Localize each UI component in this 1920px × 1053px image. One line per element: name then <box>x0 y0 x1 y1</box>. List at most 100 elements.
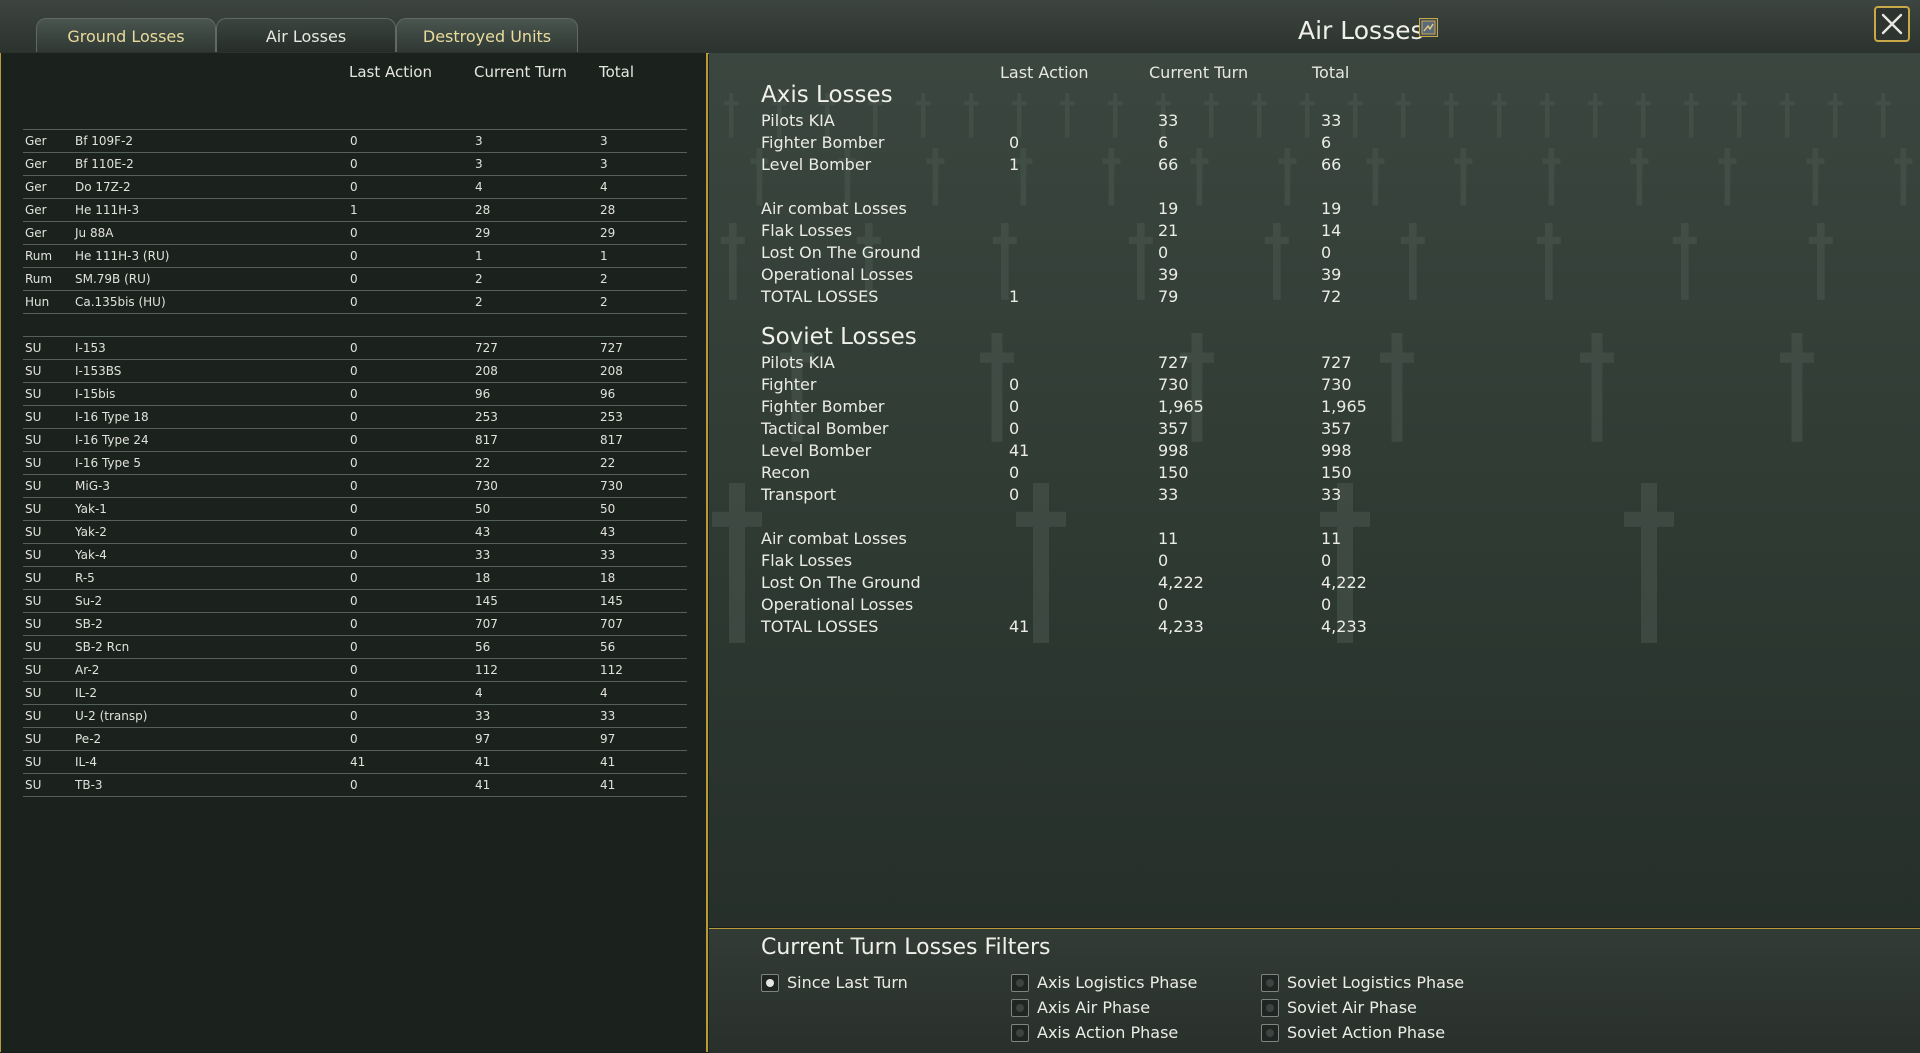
summary-label: Air combat Losses <box>761 529 907 548</box>
cross-shape <box>1204 101 1219 106</box>
summary-row: Level Bomber 41 998 998 <box>761 441 1461 463</box>
last-action-cell: 0 <box>350 686 358 700</box>
table-row[interactable]: Ger He 111H-3 1 28 28 <box>23 199 687 222</box>
radio-button-icon[interactable] <box>1261 1024 1279 1042</box>
summary-row: Lost On The Ground 0 0 <box>761 243 1461 265</box>
last-action-cell: 0 <box>350 387 358 401</box>
cross-shape <box>1548 148 1555 206</box>
cross-shape <box>1791 333 1803 442</box>
aircraft-name-cell: I-153BS <box>75 364 122 378</box>
last-action-cell: 0 <box>350 502 358 516</box>
current-turn-cell: 29 <box>475 226 491 240</box>
close-button[interactable] <box>1874 6 1910 42</box>
summary-total: 33 <box>1321 111 1342 130</box>
table-row[interactable]: SU I-16 Type 18 0 253 253 <box>23 406 687 429</box>
table-row[interactable]: SU SB-2 0 707 707 <box>23 613 687 636</box>
radio-button-icon[interactable] <box>1011 974 1029 992</box>
nation-cell: SU <box>25 341 42 355</box>
cross-shape <box>916 101 931 106</box>
nation-cell: SU <box>25 755 42 769</box>
nation-cell: SU <box>25 410 42 424</box>
table-row[interactable]: SU SB-2 Rcn 0 56 56 <box>23 636 687 659</box>
aircraft-name-cell: Su-2 <box>75 594 103 608</box>
filter-label: Soviet Air Phase <box>1287 998 1417 1017</box>
current-turn-cell: 707 <box>475 617 498 631</box>
cross-shape <box>1876 101 1891 106</box>
aircraft-name-cell: Ju 88A <box>75 226 114 240</box>
cross-shape <box>1108 101 1123 106</box>
last-action-cell: 0 <box>350 456 358 470</box>
total-cell: 730 <box>600 479 623 493</box>
nation-cell: SU <box>25 387 42 401</box>
total-cell: 4 <box>600 686 608 700</box>
table-row[interactable]: Rum SM.79B (RU) 0 2 2 <box>23 268 687 291</box>
aircraft-name-cell: TB-3 <box>75 778 103 792</box>
table-row[interactable]: SU I-15bis 0 96 96 <box>23 383 687 406</box>
aircraft-name-cell: SM.79B (RU) <box>75 272 151 286</box>
table-row[interactable]: SU IL-4 41 41 41 <box>23 751 687 774</box>
table-row[interactable]: SU MiG-3 0 730 730 <box>23 475 687 498</box>
table-row[interactable]: SU Pe-2 0 97 97 <box>23 728 687 751</box>
current-turn-cell: 50 <box>475 502 491 516</box>
summary-label: Operational Losses <box>761 265 914 284</box>
table-row[interactable]: Ger Bf 110E-2 0 3 3 <box>23 153 687 176</box>
nation-cell: Rum <box>25 272 53 286</box>
table-row[interactable]: Rum He 111H-3 (RU) 0 1 1 <box>23 245 687 268</box>
filter-label: Soviet Logistics Phase <box>1287 973 1465 992</box>
table-row[interactable]: SU IL-2 0 4 4 <box>23 682 687 705</box>
table-row[interactable]: SU R-5 0 18 18 <box>23 567 687 590</box>
summary-total: 19 <box>1321 199 1342 218</box>
table-row[interactable]: SU Ar-2 0 112 112 <box>23 659 687 682</box>
aircraft-name-cell: Ar-2 <box>75 663 100 677</box>
tab-air-losses[interactable]: Air Losses <box>216 18 396 52</box>
table-row[interactable]: SU I-16 Type 24 0 817 817 <box>23 429 687 452</box>
table-row[interactable]: SU I-153BS 0 208 208 <box>23 360 687 383</box>
table-row[interactable]: SU Su-2 0 145 145 <box>23 590 687 613</box>
total-cell: 817 <box>600 433 623 447</box>
nation-cell: Ger <box>25 226 47 240</box>
current-turn-cell: 3 <box>475 157 483 171</box>
table-row[interactable]: SU Yak-4 0 33 33 <box>23 544 687 567</box>
total-cell: 727 <box>600 341 623 355</box>
table-row[interactable]: Ger Bf 109F-2 0 3 3 <box>23 130 687 153</box>
summary-total: 730 <box>1321 375 1352 394</box>
table-row[interactable]: SU I-16 Type 5 0 22 22 <box>23 452 687 475</box>
table-row[interactable]: Ger Ju 88A 0 29 29 <box>23 222 687 245</box>
table-row[interactable]: SU Yak-2 0 43 43 <box>23 521 687 544</box>
summary-current-turn: 0 <box>1158 595 1169 614</box>
cross-shape <box>1636 101 1651 106</box>
cross-shape <box>1641 483 1657 643</box>
current-turn-cell: 3 <box>475 134 483 148</box>
cross-shape <box>729 93 734 138</box>
table-row[interactable]: SU I-153 0 727 727 <box>23 337 687 360</box>
nation-cell: Ger <box>25 180 47 194</box>
tab-ground-losses[interactable]: Ground Losses <box>36 18 216 52</box>
table-row[interactable]: SU Yak-1 0 50 50 <box>23 498 687 521</box>
radio-button-icon[interactable] <box>761 974 779 992</box>
total-cell: 43 <box>600 525 616 539</box>
radio-button-icon[interactable] <box>1011 999 1029 1017</box>
summary-current-turn: 4,222 <box>1158 573 1204 592</box>
report-icon[interactable] <box>1419 18 1438 37</box>
table-row[interactable]: SU U-2 (transp) 0 33 33 <box>23 705 687 728</box>
total-cell: 4 <box>600 180 608 194</box>
summary-current-turn: 998 <box>1158 441 1189 460</box>
table-row[interactable]: Ger Do 17Z-2 0 4 4 <box>23 176 687 199</box>
last-action-cell: 0 <box>350 226 358 240</box>
total-cell: 28 <box>600 203 616 217</box>
table-row[interactable]: Hun Ca.135bis (HU) 0 2 2 <box>23 291 687 314</box>
radio-button-icon[interactable] <box>1261 974 1279 992</box>
tab-destroyed-units[interactable]: Destroyed Units <box>396 18 578 52</box>
column-header-current-turn: Current Turn <box>474 63 567 81</box>
summary-label: Fighter Bomber <box>761 133 885 152</box>
radio-button-icon[interactable] <box>1011 1024 1029 1042</box>
total-cell: 3 <box>600 157 608 171</box>
summary-label: Flak Losses <box>761 221 853 240</box>
summary-total: 11 <box>1321 529 1342 548</box>
radio-button-icon[interactable] <box>1261 999 1279 1017</box>
cross-shape <box>1545 223 1553 300</box>
nation-cell: Ger <box>25 134 47 148</box>
summary-current-turn: 33 <box>1158 485 1179 504</box>
table-row[interactable]: SU TB-3 0 41 41 <box>23 774 687 797</box>
last-action-cell: 0 <box>350 157 358 171</box>
